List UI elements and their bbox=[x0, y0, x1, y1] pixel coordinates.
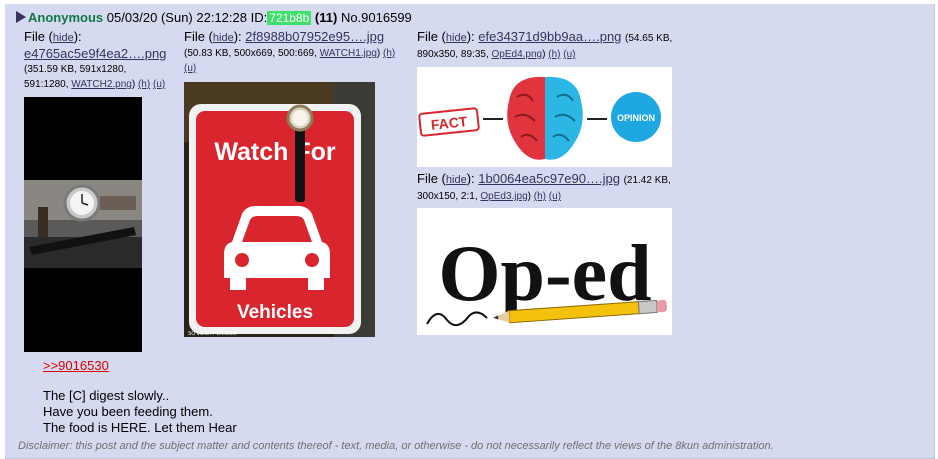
opinion-label: OPINION bbox=[617, 113, 655, 123]
file-meta-ratio: 591:1280, bbox=[24, 79, 69, 90]
hide-link[interactable]: hide bbox=[446, 32, 467, 44]
h-link[interactable]: (h) bbox=[383, 48, 395, 59]
h-link[interactable]: (h) bbox=[138, 79, 150, 90]
u-link[interactable]: (u) bbox=[563, 49, 575, 60]
file-meta-ratio: 890x350, 89:35, bbox=[417, 49, 489, 60]
file-name-link[interactable]: 1b0064ea5c97e90….jpg bbox=[478, 171, 620, 186]
file-label: File ( bbox=[417, 29, 446, 44]
original-filename-link[interactable]: OpEd4.png bbox=[492, 49, 543, 60]
id-label: ID: bbox=[250, 10, 268, 25]
file-label-close: ): bbox=[466, 29, 475, 44]
original-filename-link[interactable]: WATCH1.jpg bbox=[320, 48, 377, 59]
backlink[interactable]: >>9016530 bbox=[43, 358, 237, 374]
post-menu-triangle-icon[interactable] bbox=[16, 11, 26, 23]
original-filename-link[interactable]: OpEd3.jpg bbox=[480, 191, 527, 202]
file-meta-ratio: 300x150, 2:1, bbox=[417, 191, 478, 202]
file-label: File ( bbox=[184, 29, 213, 44]
file-label: File ( bbox=[24, 29, 53, 44]
file-thumbnail-4[interactable]: Op-ed bbox=[417, 208, 672, 335]
disclaimer: Disclaimer: this post and the subject ma… bbox=[18, 440, 774, 452]
file-label: File ( bbox=[417, 171, 446, 186]
file-name-link[interactable]: 2f8988b07952e95….jpg bbox=[245, 29, 384, 44]
file-meta-close: ) bbox=[376, 48, 381, 59]
file-info-1: File (hide): e4765ac5e9f4ea2….png (351.5… bbox=[24, 29, 167, 90]
fact-opinion-brain-image: FACT OPINION bbox=[417, 67, 672, 167]
watch-sign-image: Watch For Vehicles SO MUCH PUN.COM bbox=[184, 82, 375, 337]
u-link[interactable]: (u) bbox=[549, 191, 561, 202]
reply-count: (11) bbox=[314, 10, 338, 25]
h-link[interactable]: (h) bbox=[534, 191, 546, 202]
file-name-link[interactable]: e4765ac5e9f4ea2….png bbox=[24, 46, 166, 61]
poster-id-badge[interactable]: 721b8b bbox=[267, 11, 312, 25]
body-line-1: The [C] digest slowly.. bbox=[43, 388, 170, 403]
sign-text-bottom: Vehicles bbox=[237, 302, 313, 323]
post-number[interactable]: No.9016599 bbox=[341, 10, 412, 25]
file-meta: (351.59 KB, 591x1280, bbox=[24, 64, 127, 75]
hide-link[interactable]: hide bbox=[446, 174, 467, 186]
file-info-4: File (hide): 1b0064ea5c97e90….jpg (21.42… bbox=[417, 171, 671, 204]
h-link[interactable]: (h) bbox=[548, 49, 560, 60]
file-info-2: File (hide): 2f8988b07952e95….jpg (50.83… bbox=[184, 29, 395, 76]
poster-name: Anonymous bbox=[28, 10, 104, 25]
post-body: >>9016530 The [C] digest slowly.. Have y… bbox=[43, 358, 237, 436]
u-link[interactable]: (u) bbox=[184, 63, 196, 74]
file-thumbnail-3[interactable]: FACT OPINION bbox=[417, 67, 672, 167]
file-meta: (54.65 KB, bbox=[625, 33, 673, 44]
file-meta-close: ) bbox=[527, 191, 531, 202]
image-credit: SO MUCH PUN.COM bbox=[188, 331, 237, 337]
u-link[interactable]: (u) bbox=[153, 79, 165, 90]
body-line-3: The food is HERE. Let them Hear bbox=[43, 420, 237, 435]
file-label-close: ): bbox=[233, 29, 242, 44]
file-thumbnail-1[interactable] bbox=[24, 97, 142, 352]
post-container: Anonymous 05/03/20 (Sun) 22:12:28 ID: 721… bbox=[5, 4, 935, 459]
file-meta: (21.42 KB, bbox=[623, 175, 671, 186]
hide-link[interactable]: hide bbox=[213, 32, 234, 44]
file-name-link[interactable]: efe34371d9bb9aa….png bbox=[478, 29, 621, 44]
file-meta: (50.83 KB, 500x669, 500:669, bbox=[184, 48, 317, 59]
hide-link[interactable]: hide bbox=[53, 32, 74, 44]
body-line-2: Have you been feeding them. bbox=[43, 404, 213, 419]
original-filename-link[interactable]: WATCH2.png bbox=[71, 79, 132, 90]
file-label-close: ): bbox=[466, 171, 475, 186]
file-label-close: ): bbox=[73, 29, 82, 44]
op-ed-image: Op-ed bbox=[417, 208, 672, 335]
file-meta-close: ) bbox=[542, 49, 546, 60]
file-thumbnail-2[interactable]: Watch For Vehicles SO MUCH PUN.COM bbox=[184, 82, 375, 337]
watch-photo-image bbox=[24, 97, 142, 352]
post-date: 05/03/20 (Sun) 22:12:28 bbox=[106, 10, 247, 25]
sign-text-top: Watch For bbox=[214, 138, 336, 166]
file-info-3: File (hide): efe34371d9bb9aa….png (54.65… bbox=[417, 29, 672, 62]
post-intro: Anonymous 05/03/20 (Sun) 22:12:28 ID: 721… bbox=[16, 10, 412, 26]
